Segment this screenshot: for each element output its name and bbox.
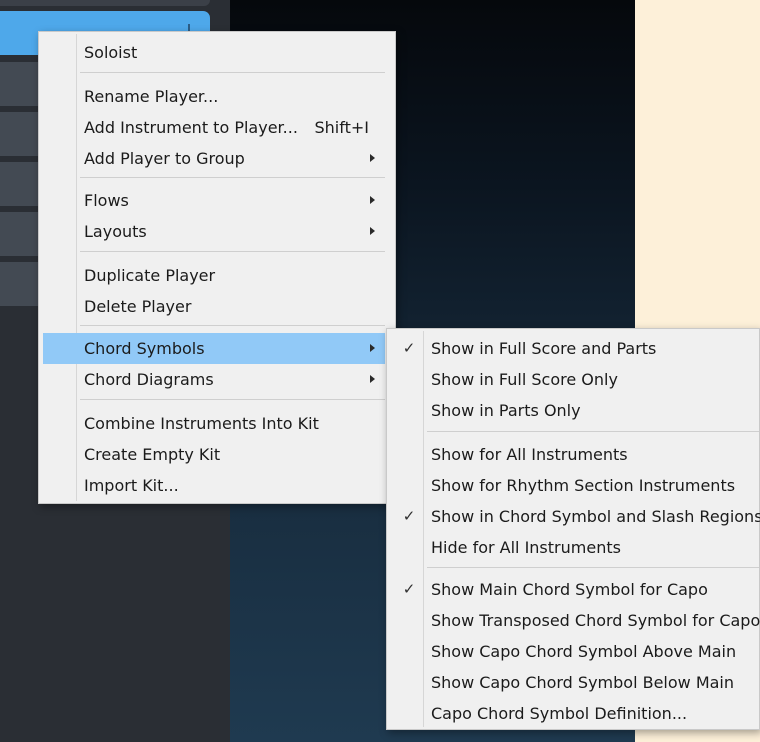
menu-item-label: Capo Chord Symbol Definition... [431,704,688,723]
menu-item-label: Show for All Instruments [431,445,628,464]
menu-item-label: Hide for All Instruments [431,538,621,557]
menu-separator [80,72,385,73]
menu-separator [427,431,759,432]
menu-item-chord-symbols[interactable]: Chord Symbols [43,333,385,364]
submenu-item-show-in-full-score-and-parts[interactable]: ✓ Show in Full Score and Parts [391,333,759,364]
menu-item-import-kit[interactable]: Import Kit... [43,470,385,501]
submenu-arrow-icon [370,375,375,383]
menu-item-label: Add Instrument to Player... [84,118,298,137]
menu-separator [80,177,385,178]
submenu-item-show-transposed-chord-symbol-for-capo[interactable]: Show Transposed Chord Symbol for Capo [391,605,760,636]
menu-item-label: Show Main Chord Symbol for Capo [431,580,708,599]
menu-item-label: Duplicate Player [84,266,216,285]
menu-item-label: Show in Full Score and Parts [431,339,657,358]
menu-item-soloist[interactable]: Soloist [43,37,385,68]
submenu-arrow-icon [370,344,375,352]
submenu-item-show-in-full-score-only[interactable]: Show in Full Score Only [391,364,759,395]
menu-item-rename-player[interactable]: Rename Player... [43,81,385,112]
menu-item-label: Layouts [84,222,147,241]
menu-item-duplicate-player[interactable]: Duplicate Player [43,260,385,291]
menu-item-combine-instruments-into-kit[interactable]: Combine Instruments Into Kit [43,408,385,439]
menu-item-label: Add Player to Group [84,149,245,168]
menu-item-label: Import Kit... [84,476,179,495]
menu-item-label: Delete Player [84,297,192,316]
panel-top-bar [0,0,210,6]
menu-separator [80,399,385,400]
submenu-item-capo-chord-symbol-definition[interactable]: Capo Chord Symbol Definition... [391,698,759,729]
submenu-item-show-in-parts-only[interactable]: Show in Parts Only [391,395,759,426]
menu-item-label: Combine Instruments Into Kit [84,414,319,433]
menu-item-label: Show in Parts Only [431,401,581,420]
menu-item-label: Show in Full Score Only [431,370,618,389]
menu-item-label: Create Empty Kit [84,445,221,464]
submenu-arrow-icon [370,196,375,204]
menu-item-label: Chord Symbols [84,339,205,358]
submenu-item-hide-for-all-instruments[interactable]: Hide for All Instruments [391,532,759,563]
menu-item-label: Show Transposed Chord Symbol for Capo [431,611,760,630]
player-context-menu: Soloist Rename Player... Add Instrument … [38,31,396,504]
submenu-item-show-for-rhythm-section[interactable]: Show for Rhythm Section Instruments [391,470,759,501]
checkmark-icon: ✓ [402,580,416,598]
submenu-arrow-icon [370,227,375,235]
menu-separator [80,251,385,252]
menu-item-delete-player[interactable]: Delete Player [43,291,385,322]
submenu-arrow-icon [370,154,375,162]
menu-item-add-player-to-group[interactable]: Add Player to Group [43,143,385,174]
menu-separator [80,325,385,326]
menu-item-create-empty-kit[interactable]: Create Empty Kit [43,439,385,470]
menu-item-label: Show for Rhythm Section Instruments [431,476,736,495]
chord-symbols-submenu: ✓ Show in Full Score and Parts Show in F… [386,328,760,730]
menu-item-label: Show in Chord Symbol and Slash Regions [431,507,760,526]
menu-item-chord-diagrams[interactable]: Chord Diagrams [43,364,385,395]
menu-item-label: Show Capo Chord Symbol Below Main [431,673,735,692]
checkmark-icon: ✓ [402,507,416,525]
submenu-item-show-capo-chord-symbol-above-main[interactable]: Show Capo Chord Symbol Above Main [391,636,759,667]
menu-item-label: Rename Player... [84,87,219,106]
menu-separator [427,567,759,568]
submenu-item-show-capo-chord-symbol-below-main[interactable]: Show Capo Chord Symbol Below Main [391,667,759,698]
menu-item-layouts[interactable]: Layouts [43,216,385,247]
submenu-item-show-in-chord-symbol-and-slash-regions[interactable]: ✓ Show in Chord Symbol and Slash Regions [391,501,760,532]
menu-item-label: Flows [84,191,129,210]
submenu-item-show-for-all-instruments[interactable]: Show for All Instruments [391,439,759,470]
submenu-item-show-main-chord-symbol-for-capo[interactable]: ✓ Show Main Chord Symbol for Capo [391,574,759,605]
menu-item-label: Soloist [84,43,138,62]
menu-item-flows[interactable]: Flows [43,185,385,216]
menu-item-shortcut: Shift+I [314,118,370,137]
checkmark-icon: ✓ [402,339,416,357]
menu-item-add-instrument[interactable]: Add Instrument to Player... Shift+I [43,112,385,143]
menu-item-label: Chord Diagrams [84,370,214,389]
menu-item-label: Show Capo Chord Symbol Above Main [431,642,737,661]
